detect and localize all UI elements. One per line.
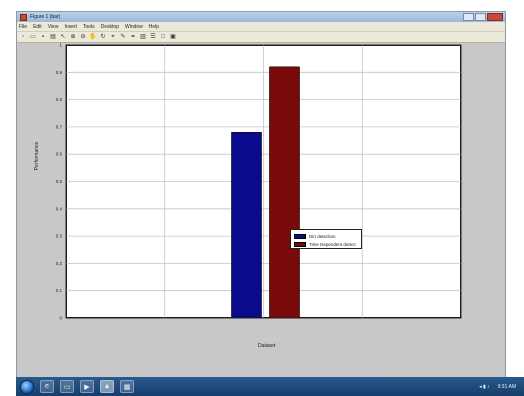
title-bar[interactable]: Figure 1 (bar) xyxy=(17,12,505,22)
menu-file[interactable]: File xyxy=(19,24,27,30)
zoom-out-icon[interactable]: ⊖ xyxy=(79,33,87,41)
plot-axes[interactable] xyxy=(66,45,461,318)
new-icon[interactable]: ▫ xyxy=(19,33,27,41)
minimize-button[interactable] xyxy=(463,13,474,21)
link-icon[interactable]: ⚭ xyxy=(129,33,137,41)
open-icon[interactable]: ▭ xyxy=(29,33,37,41)
menu-window[interactable]: Window xyxy=(125,24,143,30)
figure-icon[interactable]: ▦ xyxy=(120,380,134,393)
data-cursor-icon[interactable]: ⌖ xyxy=(109,33,117,41)
legend-entry: Time Dependent detect xyxy=(294,240,358,248)
matlab-logo-icon xyxy=(20,13,27,21)
zoom-in-icon[interactable]: ⊕ xyxy=(69,33,77,41)
menu-bar: File Edit View Insert Tools Desktop Wind… xyxy=(17,22,505,32)
menu-help[interactable]: Help xyxy=(149,24,159,30)
y-axis-label: Performance xyxy=(34,141,40,171)
legend-swatch-series-1 xyxy=(294,233,306,239)
ie-icon[interactable]: e xyxy=(40,380,54,393)
brush-icon[interactable]: ✎ xyxy=(119,33,127,41)
legend-icon[interactable]: ☰ xyxy=(149,33,157,41)
window-title: Figure 1 (bar) xyxy=(30,14,61,20)
close-button[interactable] xyxy=(487,13,503,21)
clock[interactable]: 9:31 AM xyxy=(498,384,516,390)
menu-edit[interactable]: Edit xyxy=(33,24,42,30)
menu-view[interactable]: View xyxy=(48,24,59,30)
menu-insert[interactable]: Insert xyxy=(64,24,77,30)
figure-toolbar: ▫ ▭ ▪ ▤ ↖ ⊕ ⊖ ✋ ↻ ⌖ ✎ ⚭ ▥ ☰ □ ▣ xyxy=(17,32,505,43)
chart-legend[interactable]: Dirt detection Time Dependent detect xyxy=(290,229,362,249)
tray-icons[interactable]: ◂ ▮ ♪ xyxy=(479,384,490,390)
save-icon[interactable]: ▪ xyxy=(39,33,47,41)
legend-entry: Dirt detection xyxy=(294,232,358,240)
pointer-icon[interactable]: ↖ xyxy=(59,33,67,41)
menu-desktop[interactable]: Desktop xyxy=(101,24,119,30)
pan-icon[interactable]: ✋ xyxy=(89,33,97,41)
window-controls xyxy=(462,13,503,21)
x-axis-label: Dataset xyxy=(258,343,276,349)
show-plot-tools-icon[interactable]: ▣ xyxy=(169,33,177,41)
hide-plot-tools-icon[interactable]: □ xyxy=(159,33,167,41)
legend-label-series-1: Dirt detection xyxy=(309,233,336,239)
start-button[interactable] xyxy=(20,379,34,394)
maximize-button[interactable] xyxy=(475,13,486,21)
menu-tools[interactable]: Tools xyxy=(83,24,95,30)
rotate-icon[interactable]: ↻ xyxy=(99,33,107,41)
taskbar: e ▭ ▶ ▲ ▦ ◂ ▮ ♪ 9:31 AM xyxy=(16,377,524,396)
legend-swatch-series-2 xyxy=(294,241,306,247)
colorbar-icon[interactable]: ▥ xyxy=(139,33,147,41)
folder-icon[interactable]: ▭ xyxy=(60,380,74,393)
print-icon[interactable]: ▤ xyxy=(49,33,57,41)
media-icon[interactable]: ▶ xyxy=(80,380,94,393)
matlab-icon[interactable]: ▲ xyxy=(100,380,114,393)
legend-label-series-2: Time Dependent detect xyxy=(309,241,356,247)
system-tray: ◂ ▮ ♪ 9:31 AM xyxy=(471,384,524,390)
